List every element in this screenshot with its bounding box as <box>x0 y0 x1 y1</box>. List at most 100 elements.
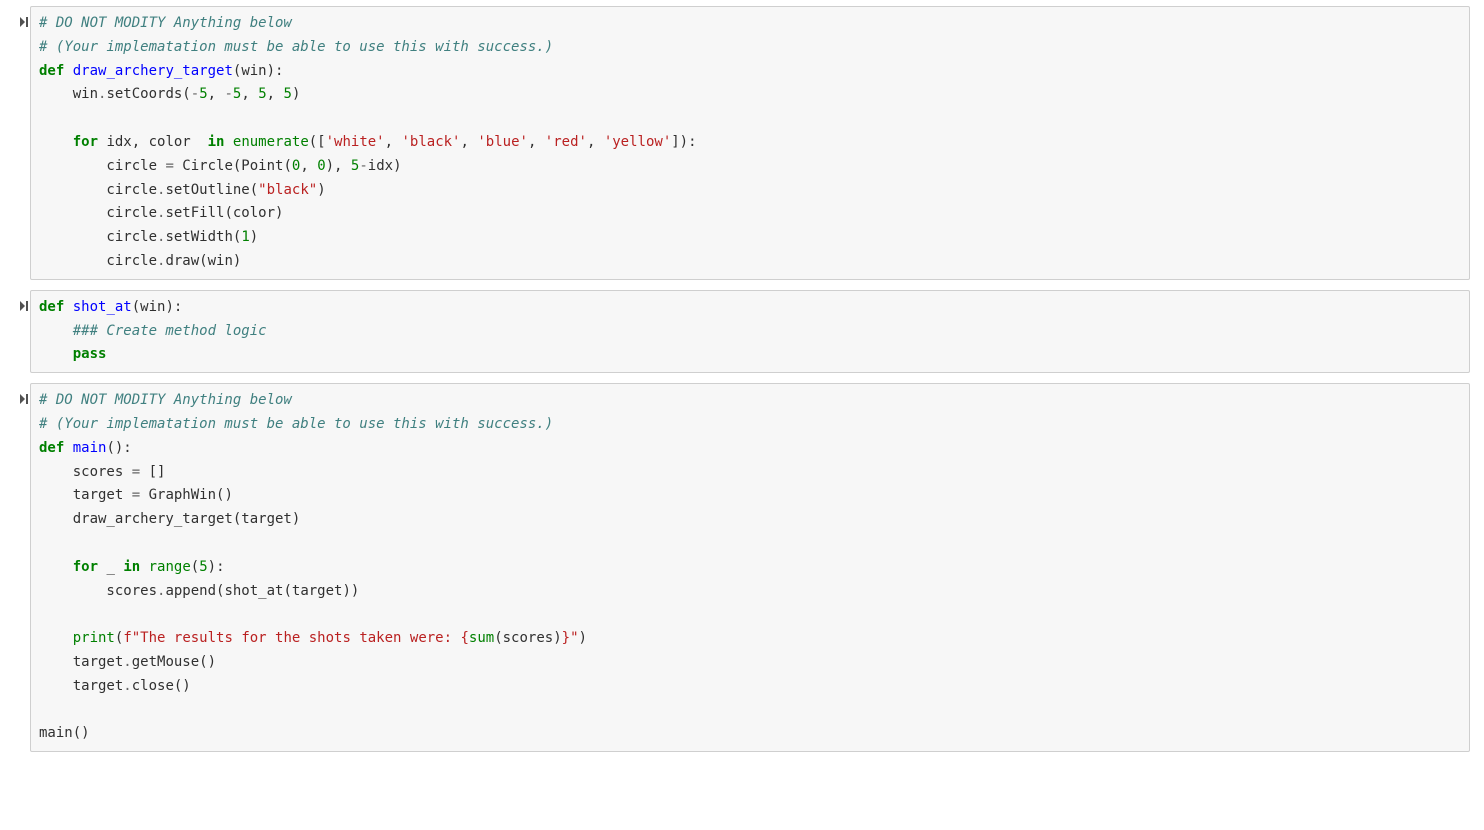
code-token: , <box>587 134 604 150</box>
code-token: enumerate <box>233 134 309 150</box>
code-token <box>224 134 232 150</box>
code-token: 5 <box>199 86 207 102</box>
code-token: , <box>208 86 225 102</box>
code-token: - <box>191 86 199 102</box>
code-token: 0 <box>317 158 325 174</box>
code-token: ### Create method logic <box>73 323 267 339</box>
code-token: 'black' <box>401 134 460 150</box>
code-token <box>64 440 72 456</box>
code-token <box>39 630 73 646</box>
code-token: range <box>149 559 191 575</box>
cell-prompt <box>8 6 30 280</box>
code-token: = <box>132 464 140 480</box>
code-token <box>39 346 73 362</box>
code-token: scores <box>39 464 132 480</box>
code-token: def <box>39 299 64 315</box>
code-token: (win): <box>233 63 284 79</box>
code-token: main() <box>39 725 90 741</box>
code-token: pass <box>73 346 107 362</box>
code-token <box>140 559 148 575</box>
code-token: def <box>39 440 64 456</box>
notebook: # DO NOT MODITY Anything below # (Your i… <box>0 0 1484 768</box>
cell-prompt <box>8 383 30 752</box>
code-token: setWidth( <box>165 229 241 245</box>
code-token: in <box>123 559 140 575</box>
cell-prompt <box>8 290 30 373</box>
code-token: } <box>562 630 570 646</box>
code-token: { <box>460 630 468 646</box>
code-token <box>64 299 72 315</box>
code-token: " <box>570 630 578 646</box>
code-editor[interactable]: def shot_at(win): ### Create method logi… <box>30 290 1470 373</box>
code-token: "black" <box>258 182 317 198</box>
code-token: main <box>73 440 107 456</box>
code-token: 'yellow' <box>604 134 671 150</box>
code-token: ([ <box>309 134 326 150</box>
code-token: ), <box>326 158 351 174</box>
code-token: . <box>123 678 131 694</box>
code-content[interactable]: # DO NOT MODITY Anything below # (Your i… <box>39 12 1461 274</box>
code-token: draw_archery_target <box>73 63 233 79</box>
code-token: win <box>39 86 98 102</box>
code-token: setFill(color) <box>165 205 283 221</box>
code-token: = <box>132 487 140 503</box>
code-token: ): <box>208 559 225 575</box>
code-token: , <box>461 134 478 150</box>
code-token <box>39 323 73 339</box>
code-token: , <box>300 158 317 174</box>
code-token: Circle(Point( <box>174 158 292 174</box>
code-token: idx, color <box>98 134 208 150</box>
code-token: circle <box>39 205 157 221</box>
code-token: circle <box>39 158 165 174</box>
code-token: 5 <box>199 559 207 575</box>
code-editor[interactable]: # DO NOT MODITY Anything below # (Your i… <box>30 383 1470 752</box>
code-token: 'red' <box>545 134 587 150</box>
code-token: GraphWin() <box>140 487 233 503</box>
run-cell-icon[interactable] <box>20 301 30 313</box>
code-token: 5 <box>258 86 266 102</box>
code-token: , <box>241 86 258 102</box>
code-cell: # DO NOT MODITY Anything below # (Your i… <box>8 6 1470 280</box>
code-token: draw_archery_target(target) <box>39 511 300 527</box>
code-token: # DO NOT MODITY Anything below <box>39 15 292 31</box>
code-token: (win): <box>132 299 183 315</box>
code-token: - <box>224 86 232 102</box>
code-token <box>39 134 73 150</box>
code-token: 'white' <box>326 134 385 150</box>
code-token: print <box>73 630 115 646</box>
code-token: _ <box>98 559 123 575</box>
code-token: 5 <box>284 86 292 102</box>
code-token: ( <box>191 559 199 575</box>
code-token: # DO NOT MODITY Anything below <box>39 392 292 408</box>
code-token: def <box>39 63 64 79</box>
code-token: in <box>208 134 225 150</box>
code-token: target <box>39 678 123 694</box>
code-token: getMouse() <box>132 654 216 670</box>
code-cell: def shot_at(win): ### Create method logi… <box>8 290 1470 373</box>
code-content[interactable]: # DO NOT MODITY Anything below # (Your i… <box>39 389 1461 746</box>
code-token: target <box>39 487 132 503</box>
code-token: . <box>123 654 131 670</box>
code-content[interactable]: def shot_at(win): ### Create method logi… <box>39 296 1461 367</box>
code-token: (scores) <box>494 630 561 646</box>
code-token: target <box>39 654 123 670</box>
run-cell-icon[interactable] <box>20 394 30 406</box>
code-token <box>39 559 73 575</box>
code-token: circle <box>39 182 157 198</box>
code-token: f"The results for the shots taken were: <box>123 630 460 646</box>
code-token: , <box>385 134 402 150</box>
code-editor[interactable]: # DO NOT MODITY Anything below # (Your i… <box>30 6 1470 280</box>
code-token: ) <box>579 630 587 646</box>
code-token: 1 <box>241 229 249 245</box>
code-token: close() <box>132 678 191 694</box>
code-token: , <box>528 134 545 150</box>
code-token: circle <box>39 229 157 245</box>
code-token: [] <box>140 464 165 480</box>
code-cell: # DO NOT MODITY Anything below # (Your i… <box>8 383 1470 752</box>
code-token: append(shot_at(target)) <box>165 583 359 599</box>
code-token: circle <box>39 253 157 269</box>
code-token: , <box>267 86 284 102</box>
code-token: 'blue' <box>477 134 528 150</box>
code-token: # (Your implematation must be able to us… <box>39 39 553 55</box>
run-cell-icon[interactable] <box>20 17 30 29</box>
